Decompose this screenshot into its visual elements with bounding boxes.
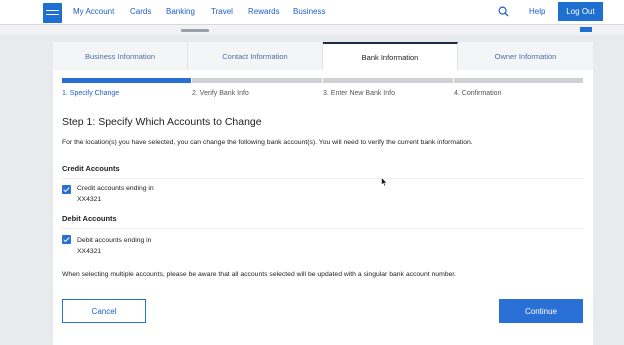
american-express-logo[interactable] bbox=[43, 3, 62, 23]
step-label-confirmation: 4. Confirmation bbox=[454, 90, 502, 97]
nav-business[interactable]: Business bbox=[293, 7, 325, 16]
nav-travel[interactable]: Travel bbox=[211, 7, 233, 16]
page-title: Step 1: Specify Which Accounts to Change bbox=[62, 116, 262, 128]
step-label-verify-bank-info: 2. Verify Bank Info bbox=[192, 90, 249, 97]
progress-segment-1 bbox=[62, 78, 191, 83]
page-strip bbox=[0, 25, 624, 35]
progress-segment-2 bbox=[192, 78, 322, 83]
nav-rewards[interactable]: Rewards bbox=[248, 7, 280, 16]
strip-blue-tab bbox=[580, 27, 592, 32]
tab-bar: Business Information Contact Information… bbox=[53, 42, 593, 70]
bank-change-card: Business Information Contact Information… bbox=[53, 42, 593, 345]
credit-account-label-text: Credit accounts ending in bbox=[77, 185, 154, 192]
tab-contact-information[interactable]: Contact Information bbox=[188, 42, 323, 70]
nav-cards[interactable]: Cards bbox=[130, 7, 151, 16]
debit-account-checkbox[interactable] bbox=[62, 235, 71, 244]
progress-segment-4 bbox=[454, 78, 583, 83]
nav-my-account[interactable]: My Account bbox=[73, 7, 114, 16]
divider bbox=[62, 178, 583, 179]
tab-bank-information[interactable]: Bank Information bbox=[323, 42, 458, 70]
debit-accounts-title: Debit Accounts bbox=[62, 214, 117, 223]
cancel-button[interactable]: Cancel bbox=[62, 299, 146, 323]
multiple-accounts-note: When selecting multiple accounts, please… bbox=[62, 271, 457, 278]
credit-account-number: XX4321 bbox=[77, 196, 102, 203]
credit-accounts-title: Credit Accounts bbox=[62, 164, 120, 173]
tab-owner-information[interactable]: Owner Information bbox=[458, 42, 593, 70]
tab-business-information[interactable]: Business Information bbox=[53, 42, 188, 70]
step-label-enter-new-bank-info: 3. Enter New Bank Info bbox=[323, 90, 395, 97]
debit-account-label[interactable]: Debit accounts ending in XX4321 bbox=[77, 235, 151, 257]
continue-button[interactable]: Continue bbox=[499, 299, 583, 323]
mouse-cursor-icon bbox=[381, 177, 388, 187]
credit-account-checkbox[interactable] bbox=[62, 185, 71, 194]
nav-banking[interactable]: Banking bbox=[166, 7, 195, 16]
credit-account-label[interactable]: Credit accounts ending in XX4321 bbox=[77, 183, 154, 205]
debit-account-label-text: Debit accounts ending in bbox=[77, 237, 152, 244]
strip-indicator bbox=[181, 29, 209, 32]
step-label-specify-change: 1. Specify Change bbox=[62, 90, 120, 97]
progress-segment-3 bbox=[323, 78, 453, 83]
logout-button[interactable]: Log Out bbox=[558, 2, 603, 21]
debit-account-number: XX4321 bbox=[77, 248, 102, 255]
intro-text: For the location(s) you have selected, y… bbox=[62, 139, 473, 146]
divider bbox=[62, 228, 583, 229]
top-nav: My Account Cards Banking Travel Rewards … bbox=[0, 0, 624, 25]
help-link[interactable]: Help bbox=[529, 7, 545, 16]
search-icon[interactable] bbox=[498, 6, 509, 17]
